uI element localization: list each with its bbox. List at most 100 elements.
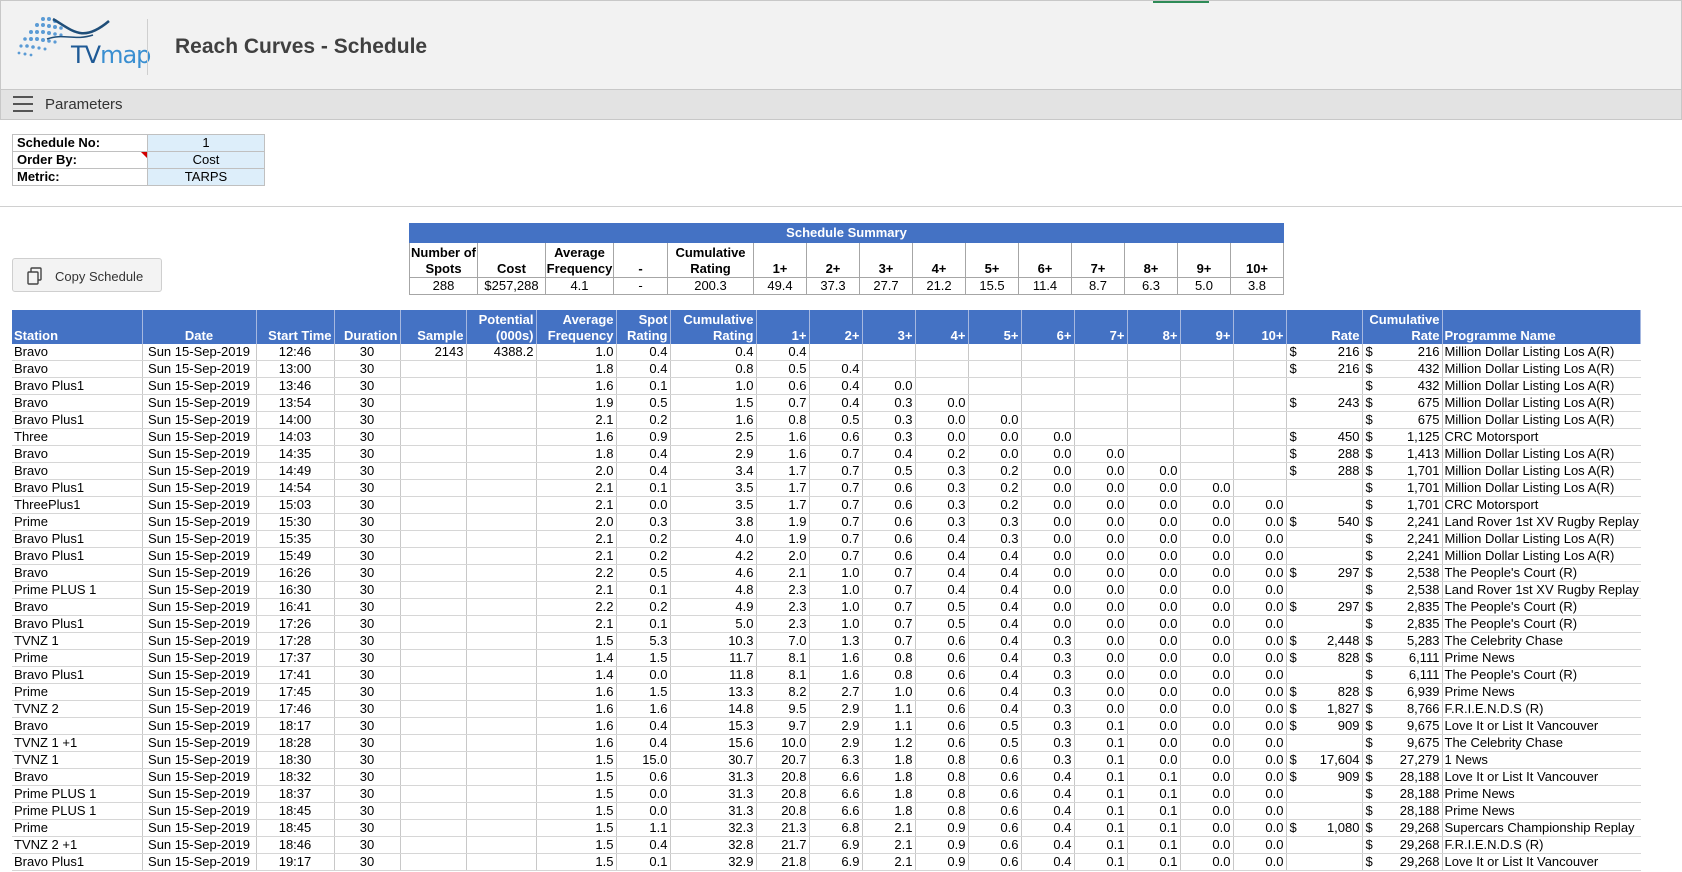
table-row[interactable]: Prime PLUS 1 Sun 15-Sep-2019 16:30 30 2.1 0.1…	[12, 581, 1641, 599]
table-cell: Prime News	[1442, 649, 1641, 667]
table-row[interactable]: Bravo Plus1 Sun 15-Sep-2019 15:35 30 2.1 0.2 4…	[12, 530, 1641, 548]
currency-symbol: $	[1365, 684, 1373, 699]
table-cell	[400, 632, 467, 650]
table-row[interactable]: TVNZ 1 Sun 15-Sep-2019 18:30 30 1.5 15.0 30.7 2…	[12, 751, 1641, 769]
table-cell: Million Dollar Listing Los A(R)	[1442, 377, 1641, 395]
table-row[interactable]: Prime Sun 15-Sep-2019 18:45 30 1.5 1.1 32.3 21.…	[12, 819, 1641, 837]
column-header[interactable]: 5+	[968, 310, 1022, 344]
table-cell: 30	[334, 360, 401, 378]
table-cell: $9,675	[1362, 734, 1443, 752]
summary-value-cell: -	[613, 277, 668, 295]
column-header[interactable]: Start Time	[256, 310, 335, 344]
table-cell	[1286, 479, 1363, 497]
table-cell: 0.0	[1127, 479, 1181, 497]
table-cell: 0.3	[1021, 717, 1075, 735]
table-cell: 1.4	[536, 649, 617, 667]
summary-value-cell: 200.3	[667, 277, 754, 295]
table-row[interactable]: Bravo Plus1 Sun 15-Sep-2019 14:54 30 2.1 0.1 3…	[12, 479, 1641, 497]
table-cell: 0.4	[616, 360, 671, 378]
table-row[interactable]: Three Sun 15-Sep-2019 14:03 30 1.6 0.9 2.5 1.6 0…	[12, 428, 1641, 446]
currency-value: 28,188	[1399, 769, 1440, 784]
table-row[interactable]: TVNZ 2 +1 Sun 15-Sep-2019 18:46 30 1.5 0.4 32.…	[12, 836, 1641, 854]
table-row[interactable]: Bravo Sun 15-Sep-2019 18:32 30 1.5 0.6 31.3 20.…	[12, 768, 1641, 786]
table-cell: 0.3	[1021, 666, 1075, 684]
currency-symbol: $	[1365, 463, 1373, 478]
table-row[interactable]: Prime Sun 15-Sep-2019 15:30 30 2.0 0.3 3.8 1.9 0…	[12, 513, 1641, 531]
table-cell	[400, 683, 467, 701]
table-cell: 3.4	[670, 462, 757, 480]
table-row[interactable]: Bravo Sun 15-Sep-2019 16:41 30 2.2 0.2 4.9 2.3 1…	[12, 598, 1641, 616]
table-cell	[400, 513, 467, 531]
column-header[interactable]: Sample	[400, 310, 467, 344]
table-row[interactable]: Bravo Plus1 Sun 15-Sep-2019 15:49 30 2.1 0.2 4…	[12, 547, 1641, 565]
column-header[interactable]: Rate	[1286, 310, 1363, 344]
parameters-toggle-bar[interactable]: Parameters	[0, 89, 1682, 120]
table-row[interactable]: Bravo Plus1 Sun 15-Sep-2019 17:26 30 2.1 0.1 5…	[12, 615, 1641, 633]
table-cell: 0.7	[862, 598, 916, 616]
table-cell: Sun 15-Sep-2019	[142, 581, 257, 599]
table-row[interactable]: Bravo Sun 15-Sep-2019 14:35 30 1.8 0.4 2.9 1.6 0…	[12, 445, 1641, 463]
table-row[interactable]: Prime PLUS 1 Sun 15-Sep-2019 18:37 30 1.5 0.0…	[12, 785, 1641, 803]
table-cell: Million Dollar Listing Los A(R)	[1442, 394, 1641, 412]
column-header[interactable]: 8+	[1127, 310, 1181, 344]
column-header[interactable]: 1+	[756, 310, 810, 344]
column-header[interactable]: Cumulative Rate	[1362, 310, 1443, 344]
table-row[interactable]: ThreePlus1 Sun 15-Sep-2019 15:03 30 2.1 0.0 3.…	[12, 496, 1641, 514]
column-header[interactable]: Potential (000s)	[466, 310, 537, 344]
table-cell	[400, 360, 467, 378]
table-cell: 17:26	[256, 615, 335, 633]
table-cell: 20.8	[756, 785, 810, 803]
table-cell: 0.3	[616, 513, 671, 531]
copy-schedule-button[interactable]: Copy Schedule	[12, 258, 162, 292]
table-row[interactable]: Bravo Plus1 Sun 15-Sep-2019 14:00 30 2.1 0.2 1…	[12, 411, 1641, 429]
column-header[interactable]: 2+	[809, 310, 863, 344]
table-cell: $1,080	[1286, 819, 1363, 837]
table-row[interactable]: Bravo Plus1 Sun 15-Sep-2019 13:46 30 1.6 0.1 1…	[12, 377, 1641, 395]
table-row[interactable]: Prime Sun 15-Sep-2019 17:37 30 1.4 1.5 11.7 8.1…	[12, 649, 1641, 667]
table-row[interactable]: Bravo Sun 15-Sep-2019 16:26 30 2.2 0.5 4.6 2.1 1…	[12, 564, 1641, 582]
column-header[interactable]: 7+	[1074, 310, 1128, 344]
column-header[interactable]: Station	[12, 310, 143, 344]
column-header[interactable]: Cumulative Rating	[670, 310, 757, 344]
column-header[interactable]: Spot Rating	[616, 310, 671, 344]
table-row[interactable]: Bravo Sun 15-Sep-2019 13:00 30 1.8 0.4 0.8 0.5 0…	[12, 360, 1641, 378]
table-row[interactable]: Prime Sun 15-Sep-2019 17:45 30 1.6 1.5 13.3 8.2…	[12, 683, 1641, 701]
table-row[interactable]: Bravo Sun 15-Sep-2019 12:46 30 2143 4388.2 1.0…	[12, 344, 1641, 361]
summary-values-row: 288 $257,288 4.1-200.3 49.4 37.3 27.7 21.2 15.5…	[409, 277, 1284, 295]
table-cell: 7.0	[756, 632, 810, 650]
table-cell: 0.0	[1127, 581, 1181, 599]
table-cell: 1.5	[536, 853, 617, 871]
param-label: Order By:	[12, 151, 148, 169]
column-header[interactable]: 9+	[1180, 310, 1234, 344]
table-row[interactable]: Bravo Sun 15-Sep-2019 14:49 30 2.0 0.4 3.4 1.7 0…	[12, 462, 1641, 480]
table-row[interactable]: Bravo Plus1 Sun 15-Sep-2019 17:41 30 1.4 0.0 1…	[12, 666, 1641, 684]
hamburger-menu-icon[interactable]	[13, 96, 33, 112]
table-cell: 0.0	[1021, 513, 1075, 531]
column-header[interactable]: 3+	[862, 310, 916, 344]
order-by-select[interactable]: Cost	[147, 151, 265, 169]
table-cell: $828	[1286, 683, 1363, 701]
table-cell: 0.4	[1021, 785, 1075, 803]
summary-header-cell: 5+	[965, 242, 1019, 278]
column-header[interactable]: 6+	[1021, 310, 1075, 344]
table-cell: 0.4	[968, 666, 1022, 684]
column-header[interactable]: Programme Name	[1442, 310, 1642, 344]
table-row[interactable]: TVNZ 2 Sun 15-Sep-2019 17:46 30 1.6 1.6 14.8 9.…	[12, 700, 1641, 718]
table-row[interactable]: Bravo Sun 15-Sep-2019 13:54 30 1.9 0.5 1.5 0.7 0…	[12, 394, 1641, 412]
column-header[interactable]: 10+	[1233, 310, 1287, 344]
column-header[interactable]: Date	[142, 310, 257, 344]
column-header[interactable]: 4+	[915, 310, 969, 344]
table-cell: 15:30	[256, 513, 335, 531]
table-cell: 2.9	[809, 700, 863, 718]
table-row[interactable]: Bravo Sun 15-Sep-2019 18:17 30 1.6 0.4 15.3 9.7…	[12, 717, 1641, 735]
table-row[interactable]: TVNZ 1 +1 Sun 15-Sep-2019 18:28 30 1.6 0.4 15.…	[12, 734, 1641, 752]
metric-select[interactable]: TARPS	[147, 168, 265, 186]
table-row[interactable]: TVNZ 1 Sun 15-Sep-2019 17:28 30 1.5 5.3 10.3 7.…	[12, 632, 1641, 650]
column-header[interactable]: Duration	[334, 310, 401, 344]
table-cell: 0.0	[968, 411, 1022, 429]
table-row[interactable]: Prime PLUS 1 Sun 15-Sep-2019 18:45 30 1.5 0.0…	[12, 802, 1641, 820]
schedule-no-input[interactable]: 1	[147, 134, 265, 152]
table-cell: $297	[1286, 598, 1363, 616]
table-row[interactable]: Bravo Plus1 Sun 15-Sep-2019 19:17 30 1.5 0.1 3…	[12, 853, 1641, 871]
column-header[interactable]: Average Frequency	[536, 310, 617, 344]
